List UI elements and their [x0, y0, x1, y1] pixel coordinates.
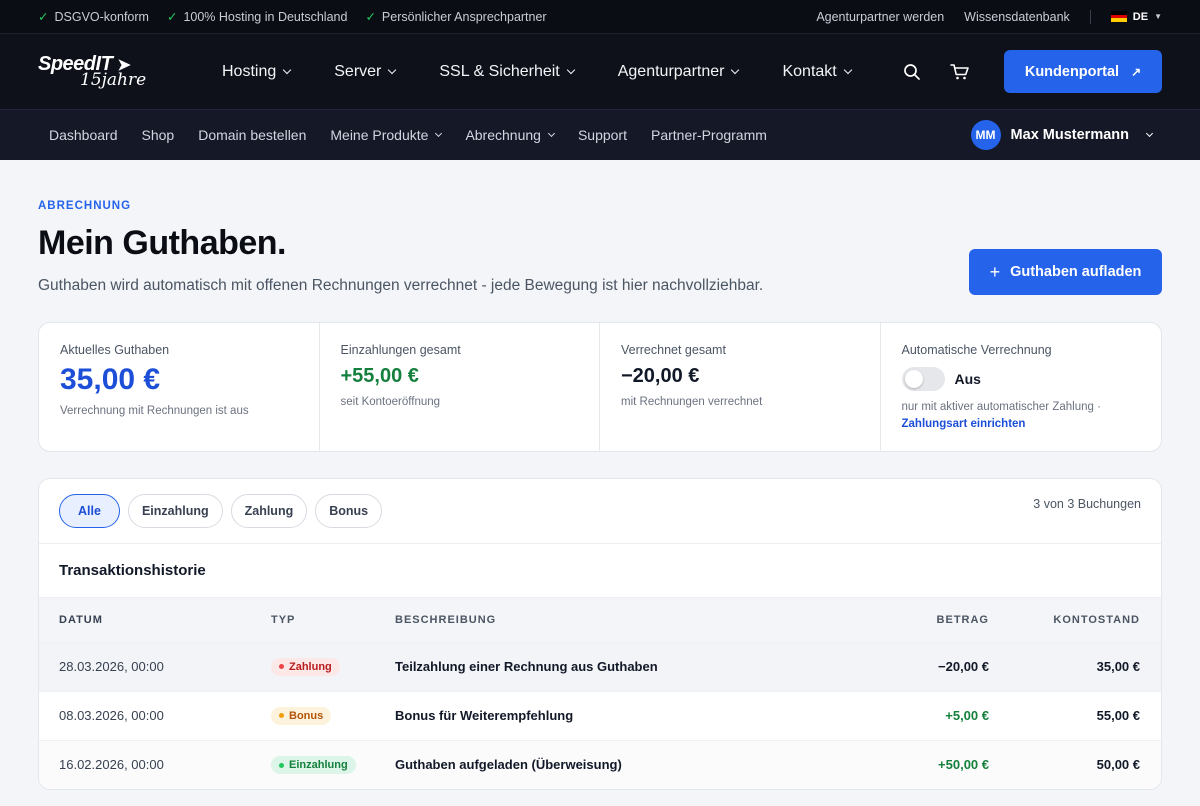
language-selector[interactable]: DE ▼ — [1110, 11, 1162, 23]
chevron-down-icon — [843, 65, 852, 74]
total-deposits-value: +55,00 € — [340, 365, 419, 387]
feature-item: ✓ Persönlicher Ansprechpartner — [365, 10, 547, 24]
total-settled-value: −20,00 € — [621, 365, 700, 387]
table-row[interactable]: 16.02.2026, 00:00 Einzahlung Guthaben au… — [39, 740, 1161, 789]
column-header-type[interactable]: TYP — [271, 598, 395, 642]
subnav-item-partner[interactable]: Partner-Programm — [651, 127, 767, 143]
main-navigation: SpeedIT ➤ 15jahre Hosting Server SSL & S… — [0, 34, 1200, 110]
subnav-item-support[interactable]: Support — [578, 127, 627, 143]
nav-item-contact[interactable]: Kontakt — [782, 63, 852, 81]
portal-subnavigation: Dashboard Shop Domain bestellen Meine Pr… — [0, 110, 1200, 160]
german-flag-icon — [1110, 11, 1127, 23]
page-title: Mein Guthaben. — [38, 224, 287, 262]
transaction-count: 3 von 3 Buchungen — [1033, 497, 1141, 511]
setup-payment-method-link[interactable]: Zahlungsart einrichten — [902, 418, 1026, 430]
feature-list: ✓ DSGVO-konform ✓ 100% Hosting in Deutschl… — [38, 9, 547, 24]
balance-stats: Aktuelles Guthaben 35,00 € Verrechnung m… — [38, 322, 1162, 453]
check-icon: ✓ — [365, 10, 376, 24]
chevron-down-icon — [388, 65, 397, 74]
page-description: Guthaben wird automatisch mit offenen Re… — [38, 277, 764, 294]
filter-chip-deposit[interactable]: Einzahlung — [127, 494, 223, 528]
external-arrow-icon: ↗ — [1131, 64, 1142, 79]
filter-chip-payment[interactable]: Zahlung — [230, 494, 308, 528]
nav-item-agency[interactable]: Agenturpartner — [618, 63, 740, 81]
toggle-state-label: Aus — [954, 371, 981, 387]
user-menu[interactable]: MM Max Mustermann — [970, 120, 1154, 150]
chevron-down-icon — [547, 129, 555, 137]
table-row[interactable]: 08.03.2026, 00:00 Bonus Bonus für Weiter… — [39, 691, 1161, 740]
auto-settlement-toggle[interactable] — [901, 367, 945, 391]
divider — [1089, 9, 1091, 24]
chevron-down-icon — [1145, 129, 1154, 137]
current-balance-value: 35,00 € — [60, 363, 161, 396]
section-eyebrow: ABRECHNUNG — [38, 200, 132, 212]
check-icon: ✓ — [166, 10, 178, 24]
status-dot-icon — [279, 664, 284, 670]
chevron-down-icon — [435, 129, 443, 137]
caret-down-icon: ▼ — [1154, 12, 1162, 21]
nav-item-hosting[interactable]: Hosting — [222, 63, 292, 81]
type-badge-payment: Zahlung — [271, 657, 340, 676]
customer-portal-button[interactable]: Kundenportal ↗ — [1004, 50, 1162, 93]
subnav-item-billing[interactable]: Abrechnung — [465, 127, 555, 143]
user-name: Max Mustermann — [1010, 127, 1129, 143]
table-row[interactable]: 28.03.2026, 00:00 Zahlung Teilzahlung ei… — [39, 642, 1161, 691]
brand-logo[interactable]: SpeedIT ➤ 15jahre — [38, 54, 158, 89]
stat-current-balance: Aktuelles Guthaben 35,00 € Verrechnung m… — [39, 323, 320, 453]
link-agency-partner[interactable]: Agenturpartner werden — [816, 10, 944, 24]
feature-item: ✓ DSGVO-konform — [38, 10, 149, 24]
type-badge-deposit: Einzahlung — [271, 756, 356, 774]
subnav-item-domain[interactable]: Domain bestellen — [198, 127, 306, 143]
feature-item: ✓ 100% Hosting in Deutschland — [166, 10, 348, 24]
link-knowledge-base[interactable]: Wissensdatenbank — [964, 10, 1070, 24]
filter-chip-all[interactable]: Alle — [59, 494, 120, 528]
subnav-item-dashboard[interactable]: Dashboard — [49, 127, 118, 143]
search-icon[interactable] — [900, 60, 924, 84]
status-dot-icon — [279, 713, 284, 719]
main-content: ABRECHNUNG Mein Guthaben. Guthaben wird … — [0, 160, 1200, 790]
status-dot-icon — [279, 762, 284, 768]
check-icon: ✓ — [38, 10, 49, 24]
avatar: MM — [970, 120, 1001, 150]
transactions-panel: Alle Einzahlung Zahlung Bonus 3 von 3 Bu… — [38, 478, 1162, 790]
top-info-bar: ✓ DSGVO-konform ✓ 100% Hosting in Deutschl… — [0, 0, 1200, 34]
type-badge-bonus: Bonus — [271, 706, 332, 725]
top-up-balance-button[interactable]: + Guthaben aufladen — [969, 249, 1162, 295]
table-header-row: DATUM TYP BESCHREIBUNG BETRAG KONTOSTAND — [39, 598, 1161, 642]
column-header-amount[interactable]: BETRAG — [829, 598, 989, 642]
column-header-description[interactable]: BESCHREIBUNG — [395, 598, 829, 642]
filter-chip-bonus[interactable]: Bonus — [315, 494, 383, 528]
column-header-date[interactable]: DATUM — [39, 598, 271, 642]
stat-auto-settlement: Automatische Verrechnung Aus nur mit akt… — [901, 343, 1101, 430]
chevron-down-icon — [283, 65, 292, 74]
plus-icon: + — [989, 261, 1001, 282]
column-header-balance[interactable]: KONTOSTAND — [989, 598, 1161, 642]
stat-total-settled: Verrechnet gesamt −20,00 € mit Rechnunge… — [600, 323, 881, 453]
cart-icon[interactable] — [948, 60, 972, 84]
chevron-down-icon — [731, 65, 740, 74]
stat-total-deposits: Einzahlungen gesamt +55,00 € seit Kontoe… — [320, 323, 600, 453]
nav-item-ssl[interactable]: SSL & Sicherheit — [439, 63, 575, 81]
chevron-down-icon — [566, 65, 575, 74]
transaction-table: DATUM TYP BESCHREIBUNG BETRAG KONTOSTAND… — [39, 598, 1161, 789]
nav-item-server[interactable]: Server — [334, 63, 397, 81]
subnav-item-shop[interactable]: Shop — [142, 127, 175, 143]
type-filters: Alle Einzahlung Zahlung Bonus — [59, 494, 383, 528]
table-title: Transaktionshistorie — [39, 544, 1161, 598]
toggle-knob — [904, 370, 923, 388]
subnav-item-products[interactable]: Meine Produkte — [330, 127, 443, 143]
